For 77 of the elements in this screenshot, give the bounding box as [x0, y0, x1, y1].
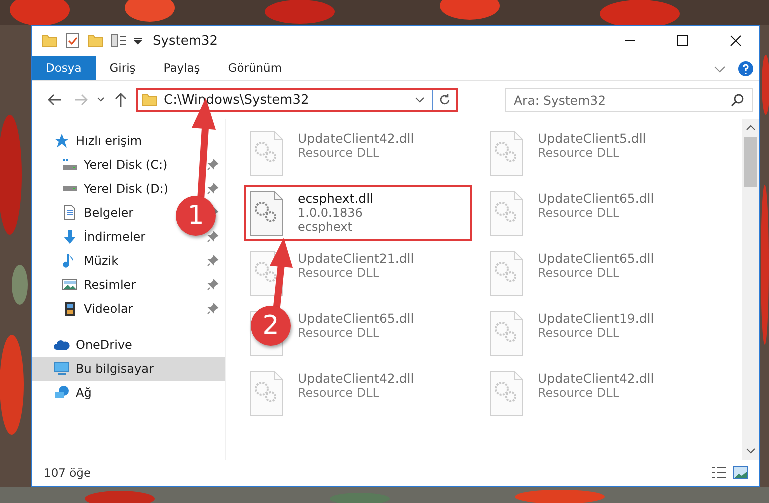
chevron-down-icon: [97, 96, 105, 104]
file-name[interactable]: UpdateClient42.dll: [538, 371, 654, 386]
download-icon: [62, 229, 78, 245]
file-name[interactable]: UpdateClient65.dll: [298, 311, 414, 326]
file-detail: Resource DLL: [538, 386, 620, 400]
network-icon: [54, 385, 70, 401]
dll-file-icon: [250, 371, 284, 417]
file-detail: Resource DLL: [298, 326, 380, 340]
file-detail: Resource DLL: [298, 386, 380, 400]
close-icon: [730, 35, 742, 47]
dll-file-icon: [490, 191, 524, 237]
scroll-down-icon: [746, 446, 756, 456]
ribbon-tab[interactable]: Paylaş: [150, 56, 214, 80]
file-name[interactable]: UpdateClient42.dll: [298, 131, 414, 146]
nav-item[interactable]: İndirmeler: [60, 226, 148, 248]
folder-icon: [88, 33, 104, 49]
details-view-icon: [711, 465, 727, 481]
nav-item[interactable]: Yerel Disk (D:): [60, 178, 171, 200]
nav-item[interactable]: Ağ: [52, 382, 94, 404]
file-name[interactable]: UpdateClient5.dll: [538, 131, 646, 146]
dll-file-icon: [490, 311, 524, 357]
file-detail: ecsphext: [298, 220, 354, 234]
ribbon-tab[interactable]: Dosya: [32, 56, 96, 80]
nav-item[interactable]: Videolar: [60, 298, 136, 320]
file-name[interactable]: UpdateClient65.dll: [538, 251, 654, 266]
dll-file-icon: [250, 131, 284, 177]
star-icon: [54, 133, 70, 149]
folder-icon: [142, 92, 158, 108]
nav-item[interactable]: Belgeler: [60, 202, 136, 224]
dll-file-icon: [490, 371, 524, 417]
dll-file-icon: [250, 191, 284, 237]
file-detail: 1.0.0.1836: [298, 206, 364, 220]
nav-item[interactable]: OneDrive: [52, 334, 134, 356]
file-name[interactable]: UpdateClient19.dll: [538, 311, 654, 326]
checklist-icon: [65, 33, 81, 49]
dll-file-icon: [490, 251, 524, 297]
nav-item[interactable]: Yerel Disk (C:): [60, 154, 170, 176]
item-count: 107 öğe: [44, 466, 92, 480]
caret-icon: [134, 37, 142, 45]
file-name[interactable]: UpdateClient42.dll: [298, 371, 414, 386]
pictures-icon: [62, 277, 78, 293]
up-arrow-icon: [113, 92, 129, 108]
drive-icon: [62, 186, 78, 192]
dll-file-icon: [490, 131, 524, 177]
large-icons-view-icon: [733, 465, 749, 481]
maximize-icon: [677, 35, 689, 47]
search-field[interactable]: Ara: System32: [505, 88, 753, 112]
file-detail: Resource DLL: [538, 266, 620, 280]
help-icon: [738, 61, 754, 77]
nav-item[interactable]: Hızlı erişim: [52, 130, 144, 152]
address-bar[interactable]: C:\Windows\System32: [136, 88, 458, 112]
file-detail: Resource DLL: [298, 266, 380, 280]
window-title: System32: [153, 34, 220, 48]
scroll-up-icon: [746, 123, 756, 133]
scrollbar[interactable]: [742, 119, 759, 460]
film-icon: [62, 301, 78, 317]
computer-icon: [54, 361, 70, 377]
document-icon: [62, 205, 78, 221]
folder-icon: [42, 33, 58, 49]
drive-icon: [62, 159, 78, 171]
file-detail: Resource DLL: [538, 146, 620, 160]
search-icon: [731, 93, 745, 107]
file-detail: Resource DLL: [298, 146, 380, 160]
back-arrow-icon: [47, 92, 63, 108]
ribbon-tab[interactable]: Giriş: [96, 56, 150, 80]
file-detail: Resource DLL: [538, 206, 620, 220]
scroll-thumb[interactable]: [744, 137, 757, 187]
nav-item[interactable]: Müzik: [60, 250, 121, 272]
file-name[interactable]: UpdateClient65.dll: [538, 191, 654, 206]
refresh-icon: [438, 93, 452, 107]
forward-arrow-icon: [73, 92, 89, 108]
file-name[interactable]: ecsphext.dll: [298, 191, 374, 206]
nav-item[interactable]: Resimler: [60, 274, 138, 296]
file-name[interactable]: UpdateClient21.dll: [298, 251, 414, 266]
ribbon-tab[interactable]: Görünüm: [214, 56, 296, 80]
file-detail: Resource DLL: [538, 326, 620, 340]
properties-icon: [111, 33, 127, 49]
